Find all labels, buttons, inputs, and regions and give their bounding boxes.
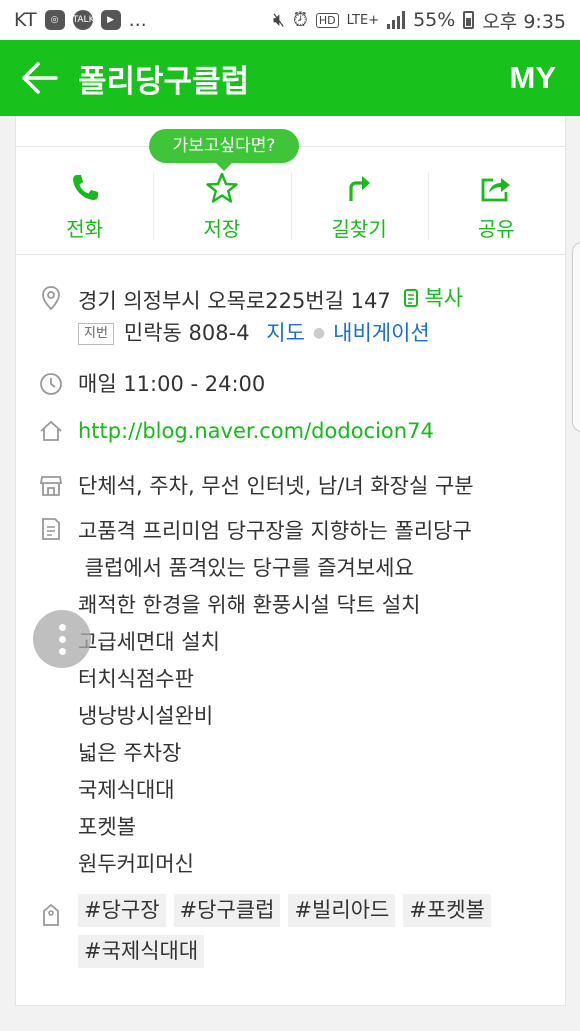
- tag-list: #당구장 #당구클럽 #빌리아드 #포켓볼 #국제식대대: [78, 894, 518, 968]
- business-hours: 매일 11:00 - 24:00: [78, 372, 266, 396]
- battery-percent: 55%: [413, 9, 456, 31]
- signal-icon: [387, 11, 406, 29]
- call-button[interactable]: 전화: [16, 158, 153, 254]
- hashtag[interactable]: #빌리아드: [288, 894, 396, 927]
- description-line: 넓은 주차장: [78, 741, 182, 765]
- facilities-row: 단체석, 주차, 무선 인터넷, 남/녀 화장실 구분: [38, 470, 474, 502]
- share-icon: [481, 177, 511, 201]
- talk-icon: TALK: [72, 10, 94, 30]
- hd-icon: HD: [315, 12, 339, 28]
- share-button[interactable]: 공유: [427, 158, 565, 254]
- save-label: 저장: [203, 216, 241, 241]
- youtube-icon: ▶: [100, 10, 121, 30]
- mute-icon: 🔇︎: [273, 9, 286, 31]
- phone-icon: [72, 174, 98, 200]
- share-label: 공유: [477, 216, 515, 241]
- action-bar: 전화 저장 길찾기 공유: [16, 158, 565, 254]
- description-line: 국제식대대: [78, 778, 175, 802]
- homepage-row: http://blog.naver.com/dodocion74: [38, 415, 434, 447]
- homepage-link[interactable]: http://blog.naver.com/dodocion74: [78, 415, 434, 447]
- hashtag[interactable]: #포켓볼: [403, 894, 491, 927]
- call-label: 전화: [66, 216, 104, 241]
- back-arrow-icon: [22, 62, 58, 94]
- save-button[interactable]: 저장: [153, 158, 290, 254]
- jibun-address: 민락동 808-4: [123, 321, 250, 345]
- navigation-link[interactable]: 내비게이션: [333, 321, 430, 345]
- directions-label: 길찾기: [331, 216, 387, 241]
- description-line: 포켓볼: [78, 815, 136, 839]
- star-icon: [206, 172, 238, 203]
- location-pin-icon: [42, 286, 60, 311]
- description-line: 쾌적한 한경을 위해 환풍시설 닥트 설치: [78, 593, 421, 617]
- hashtag[interactable]: #당구클럽: [173, 894, 281, 927]
- hours-row: 매일 11:00 - 24:00: [38, 368, 265, 400]
- divider: [16, 254, 565, 255]
- map-link[interactable]: 지도: [266, 321, 305, 345]
- carrier-label: KT: [14, 9, 37, 31]
- my-button[interactable]: MY: [510, 60, 580, 96]
- floating-scroll-handle[interactable]: [33, 610, 91, 668]
- page-title: 폴리당구클럽: [78, 63, 250, 99]
- hashtag[interactable]: #국제식대대: [78, 935, 205, 968]
- clock-icon: [40, 373, 62, 395]
- tags-row: #당구장 #당구클럽 #빌리아드 #포켓볼 #국제식대대: [38, 894, 518, 968]
- description-line: 냉낭방시설완비: [78, 704, 214, 728]
- place-card: 가보고싶다면? 전화 저장 길찾기 공유 경기 의정부시 오목로225번길 14…: [15, 116, 566, 1006]
- road-address: 경기 의정부시 오목로225번길 147: [78, 289, 391, 313]
- description-line: 고급세면대 설치: [78, 630, 220, 654]
- copy-address-button[interactable]: 복사: [403, 282, 463, 314]
- copy-icon: [404, 289, 419, 307]
- directions-button[interactable]: 길찾기: [290, 158, 428, 254]
- network-label: LTE+: [346, 12, 380, 28]
- edge-panel-handle[interactable]: [572, 242, 580, 432]
- description-line: 클럽에서 품격있는 당구를 즐겨보세요: [78, 556, 414, 580]
- description-text: 고품격 프리미엄 당구장을 지향하는 폴리당구 클럽에서 품격있는 당구를 즐겨…: [78, 513, 472, 883]
- hashtag[interactable]: #당구장: [78, 894, 166, 927]
- copy-label: 복사: [424, 286, 464, 310]
- battery-icon: [463, 11, 475, 29]
- back-button[interactable]: [0, 40, 78, 116]
- directions-icon: [349, 175, 371, 201]
- tag-icon: [43, 903, 59, 926]
- clock: 오후 9:35: [482, 10, 566, 33]
- facilities-text: 단체석, 주차, 무선 인터넷, 남/녀 화장실 구분: [78, 474, 474, 498]
- description-line: 원두커피머신: [78, 852, 194, 876]
- alarm-icon: ⏰︎: [293, 9, 308, 31]
- document-icon: [42, 518, 60, 540]
- separator-dot: ●: [312, 325, 326, 341]
- address-row: 경기 의정부시 오목로225번길 147 복사 지번 민락동 808-4 지도 ● 내…: [38, 282, 463, 349]
- more-notifications: ...: [128, 9, 147, 31]
- store-icon: [39, 476, 63, 496]
- status-bar: KT ◎ TALK ▶ ... 🔇︎ ⏰︎ HD LTE+ 55% 오후 9:3…: [0, 0, 580, 40]
- home-icon: [40, 420, 62, 441]
- app-header: 폴리당구클럽 MY: [0, 40, 580, 116]
- description-row: 고품격 프리미엄 당구장을 지향하는 폴리당구 클럽에서 품격있는 당구를 즐겨…: [38, 513, 472, 883]
- instagram-icon: ◎: [44, 10, 65, 30]
- description-line: 터치식점수판: [78, 667, 194, 691]
- jibun-badge: 지번: [78, 323, 114, 345]
- description-line: 고품격 프리미엄 당구장을 지향하는 폴리당구: [78, 519, 472, 543]
